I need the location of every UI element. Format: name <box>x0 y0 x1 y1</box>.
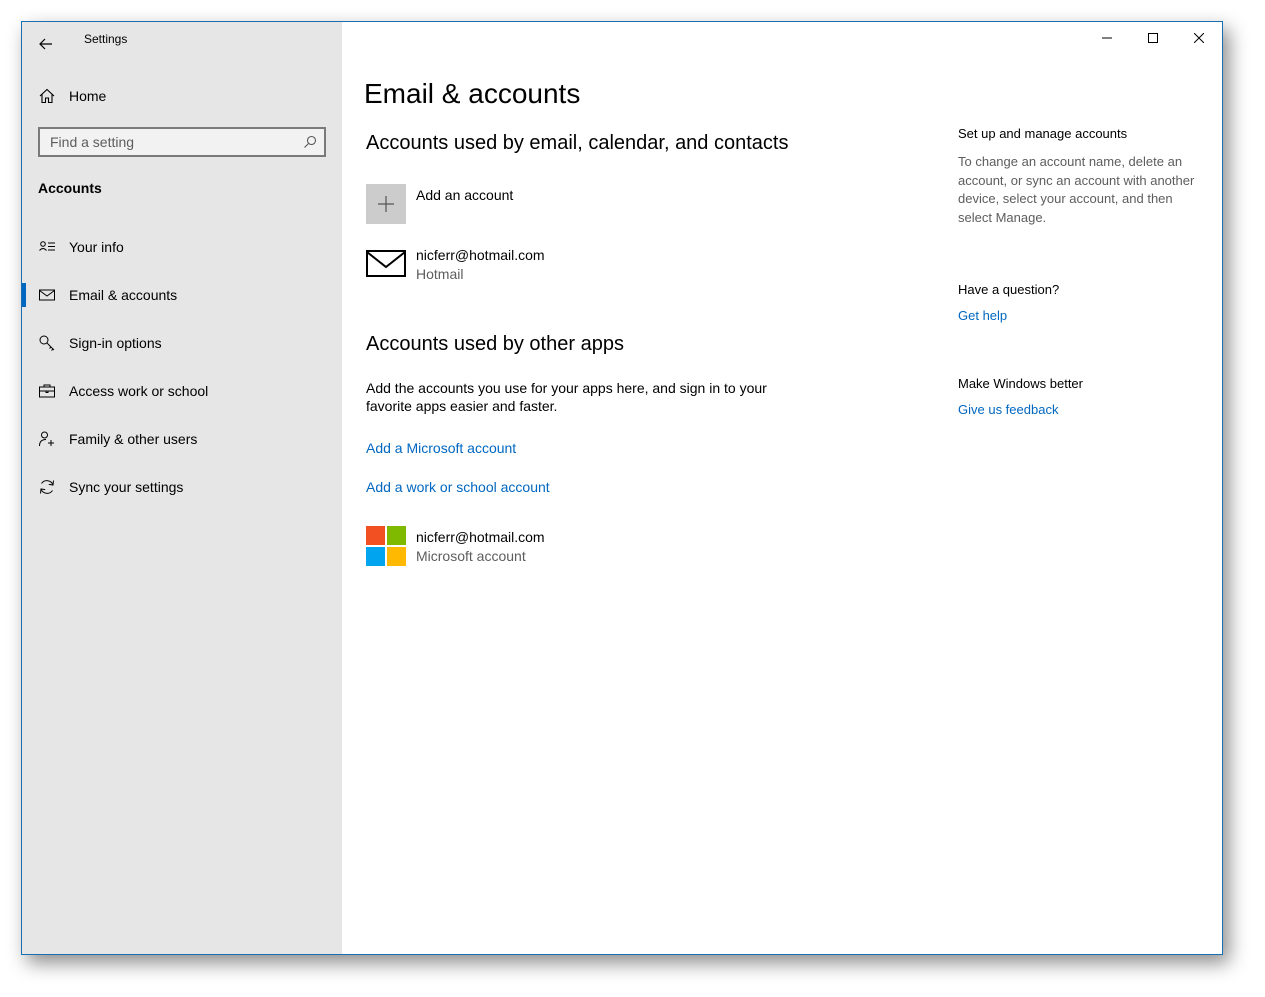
main-content: Email & accounts Accounts used by email,… <box>342 22 1222 954</box>
microsoft-account-row[interactable]: nicferr@hotmail.com Microsoft account <box>366 526 766 568</box>
other-apps-description: Add the accounts you use for your apps h… <box>366 380 767 414</box>
home-label: Home <box>69 88 107 104</box>
maximize-icon <box>1148 33 1158 43</box>
contact-info-icon <box>39 241 55 251</box>
minimize-button[interactable] <box>1084 22 1130 54</box>
plus-icon <box>378 196 394 212</box>
account-provider: Hotmail <box>416 266 464 282</box>
add-account-label[interactable]: Add an account <box>416 187 513 203</box>
page-title: Email & accounts <box>364 78 581 109</box>
briefcase-icon <box>39 384 55 398</box>
sidebar-item-label: Family & other users <box>69 431 198 447</box>
close-icon <box>1194 33 1204 43</box>
email-section-heading: Accounts used by email, calendar, and co… <box>366 132 789 154</box>
add-account-button[interactable] <box>366 184 406 224</box>
sidebar-item-label: Access work or school <box>69 383 209 399</box>
sidebar-item-label: Sync your settings <box>69 479 184 495</box>
search-icon[interactable] <box>302 134 318 150</box>
add-person-icon <box>39 431 54 447</box>
section-title: Accounts <box>38 180 102 196</box>
manage-accounts-text: To change an account name, delete an acc… <box>958 154 1195 225</box>
microsoft-logo-icon <box>366 526 406 566</box>
sidebar-item-access-work[interactable]: Access work or school <box>22 371 342 411</box>
sidebar-item-email-accounts[interactable]: Email & accounts <box>22 275 342 315</box>
search-box[interactable] <box>38 127 326 157</box>
get-help-link[interactable]: Get help <box>958 308 1007 323</box>
add-work-school-account-link[interactable]: Add a work or school account <box>366 479 550 495</box>
close-button[interactable] <box>1176 22 1222 54</box>
question-heading: Have a question? <box>958 282 1060 297</box>
back-arrow-icon <box>39 38 52 50</box>
home-icon <box>39 88 55 104</box>
other-apps-heading: Accounts used by other apps <box>366 333 624 355</box>
sidebar-item-label: Email & accounts <box>69 287 178 303</box>
give-feedback-link[interactable]: Give us feedback <box>958 402 1058 417</box>
mail-icon <box>39 289 55 301</box>
sidebar-item-your-info[interactable]: Your info <box>22 227 342 267</box>
sidebar-item-sync[interactable]: Sync your settings <box>22 467 342 507</box>
add-microsoft-account-link[interactable]: Add a Microsoft account <box>366 440 516 456</box>
sidebar-item-home[interactable]: Home <box>22 80 342 112</box>
manage-accounts-heading: Set up and manage accounts <box>958 126 1128 141</box>
sidebar: Settings Home Accounts Your info <box>22 22 342 954</box>
sync-icon <box>40 480 54 494</box>
app-title: Settings <box>84 32 128 46</box>
settings-window: Settings Home Accounts Your info <box>21 21 1223 955</box>
maximize-button[interactable] <box>1130 22 1176 54</box>
account-email: nicferr@hotmail.com <box>416 247 545 263</box>
search-input[interactable] <box>40 129 300 155</box>
sidebar-item-sign-in-options[interactable]: Sign-in options <box>22 323 342 363</box>
minimize-icon <box>1102 37 1112 39</box>
account-email: nicferr@hotmail.com <box>416 529 545 545</box>
key-icon <box>39 335 55 351</box>
back-button[interactable] <box>30 28 62 60</box>
sidebar-item-label: Your info <box>69 239 124 255</box>
active-indicator <box>22 283 26 307</box>
sidebar-item-family[interactable]: Family & other users <box>22 419 342 459</box>
sidebar-item-label: Sign-in options <box>69 335 162 351</box>
account-type: Microsoft account <box>416 548 526 564</box>
mail-envelope-icon <box>366 250 406 277</box>
feedback-heading: Make Windows better <box>958 376 1083 391</box>
hotmail-account-row[interactable]: nicferr@hotmail.com Hotmail <box>366 244 766 284</box>
